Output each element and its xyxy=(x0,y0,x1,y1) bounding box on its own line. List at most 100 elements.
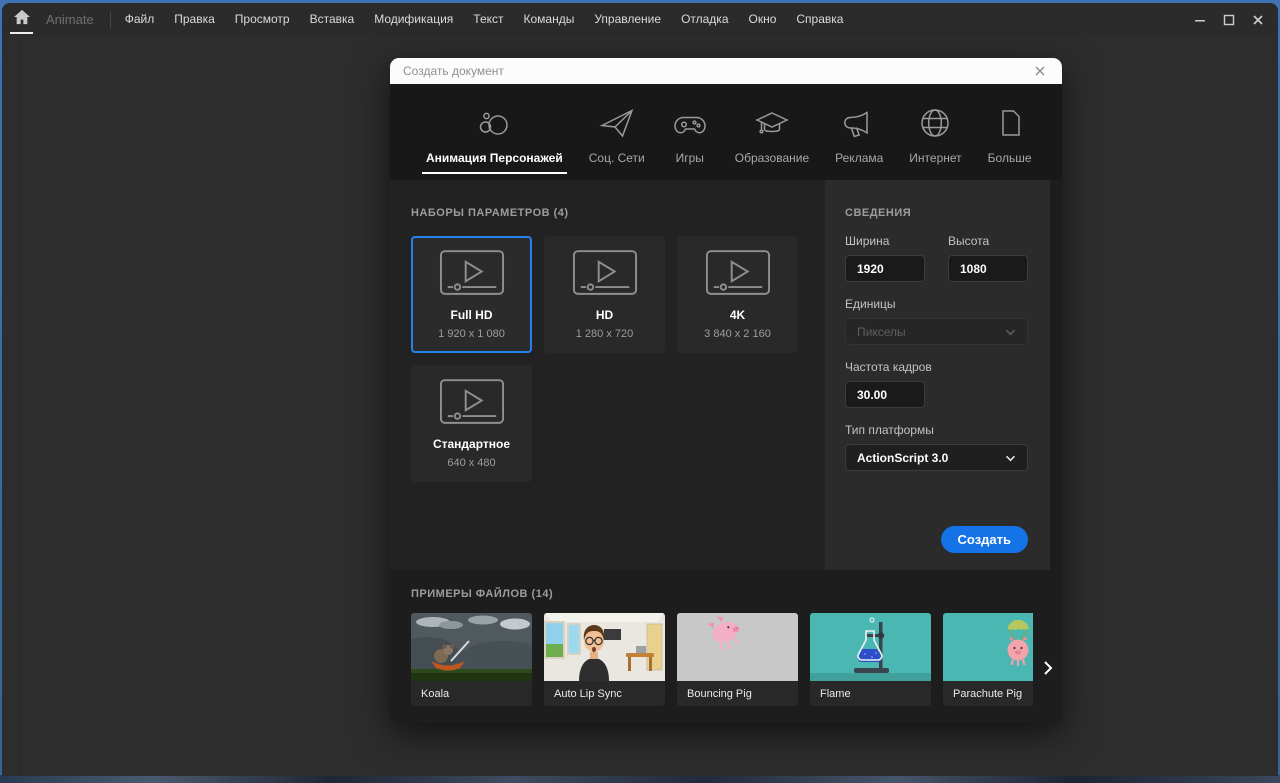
sample-label: Bouncing Pig xyxy=(687,687,752,700)
sample-file-card[interactable]: Koala xyxy=(411,613,532,706)
chevron-down-icon xyxy=(1005,323,1016,341)
chevron-down-icon xyxy=(1005,449,1016,467)
maximize-button[interactable] xyxy=(1214,9,1243,31)
menu-item[interactable]: Просмотр xyxy=(225,3,300,36)
app-name: Animate xyxy=(46,12,94,27)
category-tab[interactable]: Больше xyxy=(975,84,1045,180)
tab-label: Интернет xyxy=(909,151,962,165)
platform-value: ActionScript 3.0 xyxy=(857,450,949,465)
presets-section: НАБОРЫ ПАРАМЕТРОВ (4) Full HD 1 920 x 1 … xyxy=(390,180,825,570)
width-input[interactable] xyxy=(845,255,925,282)
home-icon xyxy=(13,9,31,30)
units-select[interactable]: Пикселы xyxy=(845,318,1028,345)
dimensions-row: Ширина Высота xyxy=(845,219,1028,282)
details-header: СВЕДЕНИЯ xyxy=(845,207,912,219)
preset-grid: Full HD 1 920 x 1 080 HD 1 280 x 720 4K xyxy=(411,236,811,482)
document-icon xyxy=(991,104,1029,142)
preset-card[interactable]: HD 1 280 x 720 xyxy=(544,236,665,353)
close-window-button[interactable] xyxy=(1243,9,1272,31)
menu-item[interactable]: Команды xyxy=(514,3,585,36)
sample-label: Parachute Pig xyxy=(953,687,1023,700)
preset-dimensions: 1 280 x 720 xyxy=(575,328,634,340)
sample-label: Koala xyxy=(421,687,450,700)
preset-dimensions: 3 840 x 2 160 xyxy=(704,328,771,340)
category-tab[interactable]: Интернет xyxy=(896,84,974,180)
globe-icon xyxy=(916,104,954,142)
home-active-underline xyxy=(10,32,33,34)
sample-file-card[interactable]: Parachute Pig xyxy=(943,613,1033,706)
desktop-taskbar-strip xyxy=(0,775,1280,783)
tab-label: Образование xyxy=(734,151,810,165)
panel-divider-line xyxy=(19,39,20,776)
tab-label: Соц. Сети xyxy=(588,151,645,165)
category-tab[interactable]: Игры xyxy=(658,84,722,180)
sample-label: Flame xyxy=(820,687,851,700)
video-preset-icon xyxy=(439,249,505,303)
menu-item[interactable]: Текст xyxy=(463,3,513,36)
menubar-divider xyxy=(109,11,111,28)
menu-bar: Animate Файл Правка Просмотр Вставка Модифик… xyxy=(2,3,1278,36)
paper-plane-icon xyxy=(598,104,636,142)
menu-item[interactable]: Вставка xyxy=(300,3,365,36)
menu-item[interactable]: Окно xyxy=(739,3,787,36)
sample-file-card[interactable]: Bouncing Pig xyxy=(677,613,798,706)
platform-label: Тип платформы xyxy=(845,423,934,437)
menu-item[interactable]: Отладка xyxy=(671,3,738,36)
preset-card[interactable]: Full HD 1 920 x 1 080 xyxy=(411,236,532,353)
preset-dimensions: 1 920 x 1 080 xyxy=(438,328,505,340)
category-tabs: Анимация Персонажей Соц. Сети Игры Образ… xyxy=(390,84,1062,180)
video-preset-icon xyxy=(705,249,771,303)
create-document-dialog: Создать документ Анимация Персонажей Соц… xyxy=(390,58,1062,723)
details-panel: СВЕДЕНИЯ Ширина Высота Единицы Пикселы xyxy=(825,180,1050,570)
framerate-label: Частота кадров xyxy=(845,360,932,374)
preset-card[interactable]: 4K 3 840 x 2 160 xyxy=(677,236,798,353)
koala-thumb xyxy=(411,613,532,681)
presets-header: НАБОРЫ ПАРАМЕТРОВ (4) xyxy=(411,207,569,219)
menu-item[interactable]: Управление xyxy=(584,3,671,36)
units-label: Единицы xyxy=(845,297,896,311)
minimize-button[interactable] xyxy=(1185,9,1214,31)
tab-label: Игры xyxy=(675,151,704,165)
menu-item[interactable]: Модификация xyxy=(364,3,463,36)
flame-thumb xyxy=(810,613,931,681)
tab-label: Реклама xyxy=(835,151,884,165)
samples-header: ПРИМЕРЫ ФАЙЛОВ (14) xyxy=(411,588,554,600)
platform-select[interactable]: ActionScript 3.0 xyxy=(845,444,1028,471)
close-dialog-button[interactable] xyxy=(1031,62,1049,80)
home-button[interactable] xyxy=(2,3,42,36)
chevron-right-icon xyxy=(1044,661,1053,675)
tab-label: Анимация Персонажей xyxy=(426,151,563,165)
menu-items: Файл Правка Просмотр Вставка Модификация Текс… xyxy=(115,3,854,36)
window-controls xyxy=(1185,9,1272,31)
framerate-input[interactable] xyxy=(845,381,925,408)
menu-item[interactable]: Справка xyxy=(786,3,853,36)
menu-item[interactable]: Правка xyxy=(164,3,225,36)
dialog-content: НАБОРЫ ПАРАМЕТРОВ (4) Full HD 1 920 x 1 … xyxy=(390,180,1062,570)
video-preset-icon xyxy=(439,378,505,432)
video-preset-icon xyxy=(572,249,638,303)
preset-name: Стандартное xyxy=(432,437,511,451)
bouncingpig-thumb xyxy=(677,613,798,681)
category-tab[interactable]: Анимация Персонажей xyxy=(413,84,576,180)
dialog-titlebar: Создать документ xyxy=(390,58,1062,84)
category-tab[interactable]: Реклама xyxy=(822,84,896,180)
create-button[interactable]: Создать xyxy=(940,526,1028,553)
preset-card[interactable]: Стандартное 640 x 480 xyxy=(411,365,532,482)
preset-name: HD xyxy=(595,308,614,322)
height-input[interactable] xyxy=(948,255,1028,282)
autolipsync-thumb xyxy=(544,613,665,681)
samples-section: ПРИМЕРЫ ФАЙЛОВ (14) Koala Auto Lip Sync xyxy=(390,570,1062,723)
preset-name: Full HD xyxy=(450,308,493,322)
category-tab[interactable]: Образование xyxy=(722,84,822,180)
dialog-title: Создать документ xyxy=(403,64,504,78)
height-label: Высота xyxy=(948,234,990,248)
preset-name: 4K xyxy=(729,308,746,322)
samples-next-button[interactable] xyxy=(1039,656,1057,680)
samples-row: Koala Auto Lip Sync Bouncing Pig Flame P… xyxy=(411,613,1033,706)
category-tab[interactable]: Соц. Сети xyxy=(576,84,658,180)
sample-file-card[interactable]: Auto Lip Sync xyxy=(544,613,665,706)
units-value: Пикселы xyxy=(857,324,906,339)
menu-item[interactable]: Файл xyxy=(115,3,165,36)
character-animation-icon xyxy=(475,104,513,142)
sample-file-card[interactable]: Flame xyxy=(810,613,931,706)
